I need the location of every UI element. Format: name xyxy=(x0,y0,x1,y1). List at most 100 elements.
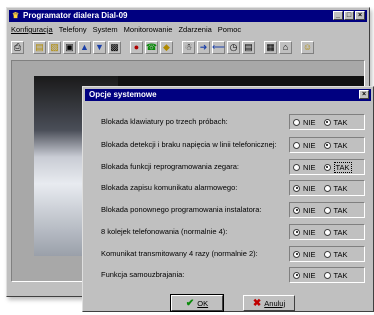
system-options-dialog: Opcje systemowe × Blokada klawiatury po … xyxy=(82,86,374,312)
dialog-close-button[interactable]: × xyxy=(359,90,369,99)
open-folder-icon[interactable]: ▧ xyxy=(48,40,61,54)
radio-button[interactable] xyxy=(293,184,300,192)
radio-tak[interactable]: TAK xyxy=(323,140,348,150)
radio-label: NIE xyxy=(303,183,316,193)
connect-icon[interactable]: ☃ xyxy=(182,40,195,54)
radio-button[interactable] xyxy=(293,118,300,126)
phone-icon[interactable]: ☎ xyxy=(145,40,158,54)
radio-label: NIE xyxy=(303,227,316,237)
check-icon: ✔ xyxy=(185,297,195,309)
radio-button[interactable] xyxy=(323,141,331,149)
radio-nie[interactable]: NIE xyxy=(293,250,316,259)
radio-nie[interactable]: NIE xyxy=(293,163,316,172)
radio-tak[interactable]: TAK xyxy=(323,270,348,280)
option-label: Komunikat transmitowany 4 razy (normalni… xyxy=(101,249,258,258)
radio-tak[interactable]: TAK xyxy=(323,117,348,127)
alarm-icon[interactable]: ● xyxy=(130,40,143,54)
option-row: Blokada zapisu komunikatu alarmowego: NIE… xyxy=(89,178,369,198)
menu-bar: Konfiguracja Telefony System Monitorowan… xyxy=(9,24,367,36)
radio-button[interactable] xyxy=(293,271,300,279)
radio-nie[interactable]: NIE xyxy=(293,184,316,193)
dialog-title-bar[interactable]: Opcje systemowe × xyxy=(85,89,371,101)
arrow-left-icon[interactable]: ⟵ xyxy=(212,40,225,54)
app-icon: ♛ xyxy=(12,11,20,20)
cancel-label: Anuluj xyxy=(264,298,286,308)
menu-konfiguracja[interactable]: Konfiguracja xyxy=(11,24,53,36)
download-icon[interactable]: ▼ xyxy=(93,40,106,54)
calculator-icon[interactable]: ▦ xyxy=(264,40,277,54)
option-row: Blokada ponownego programowania instalat… xyxy=(89,200,369,220)
menu-system[interactable]: System xyxy=(93,24,118,36)
minimize-button[interactable]: _ xyxy=(333,11,343,20)
radio-button[interactable] xyxy=(323,163,331,171)
radio-button[interactable] xyxy=(293,206,300,214)
option-radio-group: NIE TAK xyxy=(289,202,365,218)
radio-label: TAK xyxy=(333,117,348,127)
radio-button[interactable] xyxy=(323,206,331,214)
radio-nie[interactable]: NIE xyxy=(293,206,316,215)
radio-button[interactable] xyxy=(323,271,331,279)
radio-label: TAK xyxy=(333,270,348,280)
print-icon[interactable]: ⎙ xyxy=(11,40,24,54)
cancel-button[interactable]: ✖ Anuluj xyxy=(243,295,295,311)
menu-telefony[interactable]: Telefony xyxy=(59,24,87,36)
option-radio-group: NIE TAK xyxy=(289,224,365,240)
radio-nie[interactable]: NIE xyxy=(293,141,316,150)
home-icon[interactable]: ⌂ xyxy=(279,40,292,54)
option-label: Funkcja samouzbrajania: xyxy=(101,270,185,279)
close-button[interactable]: × xyxy=(355,11,365,20)
menu-monitorowanie[interactable]: Monitorowanie xyxy=(124,24,173,36)
cancel-x-icon: ✖ xyxy=(252,297,262,309)
radio-label: TAK xyxy=(333,161,352,173)
option-row: 8 kolejek telefonowania (normalnie 4): NI… xyxy=(89,222,369,242)
radio-tak[interactable]: TAK xyxy=(323,206,348,215)
ok-button[interactable]: ✔ OK xyxy=(170,294,224,312)
radio-label: NIE xyxy=(303,270,316,280)
radio-button[interactable] xyxy=(323,228,331,236)
menu-pomoc[interactable]: Pomoc xyxy=(218,24,241,36)
document-icon[interactable]: ▤ xyxy=(242,40,255,54)
option-radio-group: NIE TAK xyxy=(289,267,365,283)
option-label: Blokada detekcji i braku napięcia w lini… xyxy=(101,140,277,149)
maximize-button[interactable]: □ xyxy=(344,11,354,20)
radio-label: TAK xyxy=(333,140,348,150)
radio-button[interactable] xyxy=(323,118,331,126)
radio-tak[interactable]: TAK xyxy=(323,184,348,193)
main-title-bar[interactable]: ♛ Programator dialera Dial-09 _ □ × xyxy=(9,10,367,22)
radio-tak[interactable]: TAK xyxy=(323,161,352,173)
dialog-title: Opcje systemowe xyxy=(89,90,157,99)
radio-button[interactable] xyxy=(323,184,331,192)
option-label: 8 kolejek telefonowania (normalnie 4): xyxy=(101,227,228,236)
settings-diamond-icon[interactable]: ◆ xyxy=(160,40,173,54)
arrow-right-icon[interactable]: ➜ xyxy=(197,40,210,54)
option-radio-group: NIE TAK xyxy=(289,159,365,175)
radio-tak[interactable]: TAK xyxy=(323,249,348,259)
export-icon[interactable]: ▩ xyxy=(108,40,121,54)
window-title: Programator dialera Dial-09 xyxy=(23,11,128,20)
radio-nie[interactable]: NIE xyxy=(293,118,316,127)
radio-button[interactable] xyxy=(293,141,300,149)
clock-icon[interactable]: ◷ xyxy=(227,40,240,54)
upload-icon[interactable]: ▲ xyxy=(78,40,91,54)
radio-button[interactable] xyxy=(293,163,300,171)
radio-label: NIE xyxy=(303,249,316,259)
smiley-icon[interactable]: ☺ xyxy=(301,40,314,54)
radio-label: TAK xyxy=(333,249,348,259)
option-label: Blokada funkcji reprogramowania zegara: xyxy=(101,162,239,171)
option-label: Blokada ponownego programowania instalat… xyxy=(101,205,262,214)
option-radio-group: NIE TAK xyxy=(289,246,365,262)
save-icon[interactable]: ▣ xyxy=(63,40,76,54)
option-row: Blokada detekcji i braku napięcia w lini… xyxy=(89,135,369,155)
new-folder-icon[interactable]: ▤ xyxy=(33,40,46,54)
radio-nie[interactable]: NIE xyxy=(293,228,316,237)
radio-label: NIE xyxy=(303,140,316,150)
radio-button[interactable] xyxy=(293,250,300,258)
radio-button[interactable] xyxy=(293,228,300,236)
menu-zdarzenia[interactable]: Zdarzenia xyxy=(178,24,211,36)
radio-nie[interactable]: NIE xyxy=(293,271,316,280)
toolbar: ⎙ ▤ ▧ ▣ ▲ ▼ ▩ ● ☎ ◆ ☃ ➜ ⟵ ◷ ▤ ▦ ⌂ ☺ xyxy=(9,38,367,56)
radio-button[interactable] xyxy=(323,250,331,258)
option-radio-group: NIE TAK xyxy=(289,180,365,196)
option-row: Funkcja samouzbrajania: NIE TAK xyxy=(89,265,369,285)
radio-tak[interactable]: TAK xyxy=(323,228,348,237)
